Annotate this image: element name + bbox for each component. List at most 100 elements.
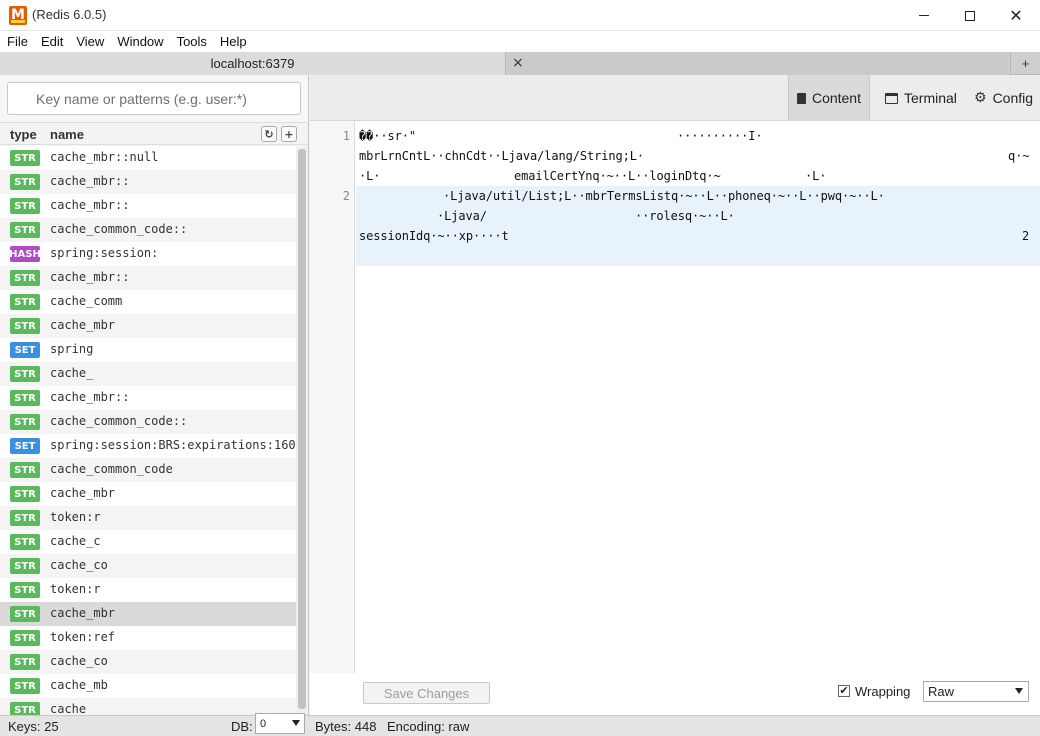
type-column-header[interactable]: type bbox=[10, 127, 37, 142]
bytes-count: Bytes: 448 bbox=[315, 719, 377, 734]
key-row[interactable]: STR cache_mb bbox=[0, 674, 296, 698]
chevron-down-icon bbox=[1015, 688, 1023, 694]
key-type-badge: HASH bbox=[9, 246, 41, 262]
key-row[interactable]: STR cache_mbr:: bbox=[0, 266, 296, 290]
key-row[interactable]: STR token:ref bbox=[0, 626, 296, 650]
db-value: 0 bbox=[260, 717, 267, 730]
key-type-badge: STR bbox=[10, 174, 40, 190]
code-text: q·~ bbox=[1008, 149, 1030, 163]
key-row[interactable]: STR cache_mbr bbox=[0, 602, 296, 626]
menu-edit[interactable]: Edit bbox=[34, 34, 69, 49]
key-name: cache_ bbox=[50, 366, 94, 380]
code-text: mbrLrnCntL··chnCdt··Ljava/lang/String;L· bbox=[359, 149, 644, 163]
menu-window[interactable]: Window bbox=[110, 34, 169, 49]
key-type-badge: SET bbox=[10, 438, 40, 454]
wrapping-label: Wrapping bbox=[855, 684, 911, 699]
key-row[interactable]: STR cache bbox=[0, 698, 296, 715]
close-icon: ✕ bbox=[1009, 5, 1023, 25]
code-text: ·Ljava/util/List;L··mbrTermsListq·~··L··… bbox=[443, 189, 885, 203]
key-row[interactable]: STR cache_mbr::null bbox=[0, 146, 296, 170]
key-list-header: type name ↻ + bbox=[0, 122, 308, 145]
key-row[interactable]: STR cache_mbr:: bbox=[0, 170, 296, 194]
key-search-input[interactable]: Key name or patterns (e.g. user:*) bbox=[7, 82, 301, 115]
key-name: spring:session:BRS:expirations:1605 bbox=[50, 438, 296, 452]
key-row[interactable]: STR cache_comm bbox=[0, 290, 296, 314]
chevron-down-icon bbox=[292, 720, 300, 726]
book-icon bbox=[797, 92, 806, 104]
key-type-badge: STR bbox=[10, 222, 40, 238]
tab-close-icon[interactable]: × bbox=[512, 55, 526, 71]
key-name: cache_co bbox=[50, 654, 108, 668]
key-type-badge: STR bbox=[10, 558, 40, 574]
key-type-badge: STR bbox=[10, 462, 40, 478]
key-row[interactable]: HASH spring:session: bbox=[0, 242, 296, 266]
key-name: cache_mbr bbox=[50, 486, 116, 500]
key-type-badge: STR bbox=[10, 654, 40, 670]
add-tab-button[interactable]: + bbox=[1010, 52, 1040, 75]
line-number: 1 bbox=[342, 129, 350, 143]
key-row[interactable]: STR token:r bbox=[0, 506, 296, 530]
encoding-label: Encoding: raw bbox=[387, 719, 470, 734]
menu-file[interactable]: File bbox=[0, 34, 34, 49]
refresh-icon[interactable]: ↻ bbox=[261, 126, 277, 142]
key-name: cache_mbr:: bbox=[50, 390, 130, 404]
title-bar: (Redis 6.0.5) ✕ bbox=[0, 0, 1040, 31]
db-select[interactable]: 0 bbox=[255, 713, 305, 734]
key-name: spring bbox=[50, 342, 94, 356]
key-name: spring:session: bbox=[50, 246, 159, 260]
key-name: token:r bbox=[50, 582, 101, 596]
key-row[interactable]: SET spring:session:BRS:expirations:1605 bbox=[0, 434, 296, 458]
key-row[interactable]: STR cache_co bbox=[0, 650, 296, 674]
key-row[interactable]: STR cache_mbr:: bbox=[0, 194, 296, 218]
db-label: DB: bbox=[231, 719, 253, 734]
key-name: token:r bbox=[50, 510, 101, 524]
key-type-badge: STR bbox=[10, 702, 40, 715]
save-changes-button[interactable]: Save Changes bbox=[363, 682, 490, 704]
key-row[interactable]: STR cache_common_code:: bbox=[0, 218, 296, 242]
key-type-badge: STR bbox=[10, 198, 40, 214]
key-row[interactable]: STR cache_mbr bbox=[0, 482, 296, 506]
scrollbar-thumb[interactable] bbox=[298, 149, 306, 709]
key-list: STR cache_mbr::null STR cache_mbr:: STR cache… bbox=[0, 146, 296, 715]
key-row[interactable]: STR token:r bbox=[0, 578, 296, 602]
key-row[interactable]: STR cache_mbr bbox=[0, 314, 296, 338]
key-row[interactable]: SET spring bbox=[0, 338, 296, 362]
code-text: emailCertYnq·~··L··loginDtq·~ bbox=[514, 169, 721, 183]
key-row[interactable]: STR cache_common_code:: bbox=[0, 410, 296, 434]
add-key-button[interactable]: + bbox=[281, 126, 297, 142]
keys-count: Keys: 25 bbox=[8, 719, 59, 734]
maximize-button[interactable] bbox=[947, 0, 993, 31]
minimize-button[interactable] bbox=[901, 0, 947, 31]
key-row[interactable]: STR cache_co bbox=[0, 554, 296, 578]
menu-help[interactable]: Help bbox=[213, 34, 253, 49]
key-type-badge: STR bbox=[10, 150, 40, 166]
code-text: sessionIdq·~··xp····t bbox=[359, 229, 509, 243]
terminal-tab[interactable]: Terminal bbox=[877, 75, 965, 121]
code-text: ··········I· bbox=[677, 129, 763, 143]
key-row[interactable]: STR cache_mbr:: bbox=[0, 386, 296, 410]
value-toolbar: Content Terminal ⚙ Config bbox=[310, 75, 1040, 121]
name-column-header[interactable]: name bbox=[50, 127, 84, 142]
maximize-icon bbox=[965, 10, 975, 21]
wrapping-checkbox[interactable]: ✔ bbox=[838, 685, 850, 697]
format-select[interactable]: Raw bbox=[923, 681, 1029, 702]
menu-tools[interactable]: Tools bbox=[170, 34, 213, 49]
key-name: cache_c bbox=[50, 534, 101, 548]
menu-view[interactable]: View bbox=[69, 34, 110, 49]
key-row[interactable]: STR cache_c bbox=[0, 530, 296, 554]
content-tab[interactable]: Content bbox=[788, 75, 870, 121]
tab-localhost[interactable]: localhost:6379 bbox=[0, 52, 506, 75]
tab-bar: localhost:6379 × + bbox=[0, 52, 1040, 75]
config-tab[interactable]: ⚙ Config bbox=[966, 75, 1040, 121]
close-window-button[interactable]: ✕ bbox=[993, 0, 1039, 31]
key-type-badge: STR bbox=[10, 294, 40, 310]
key-row[interactable]: STR cache_common_code bbox=[0, 458, 296, 482]
key-type-badge: STR bbox=[10, 510, 40, 526]
key-type-badge: STR bbox=[10, 366, 40, 382]
key-row[interactable]: STR cache_ bbox=[0, 362, 296, 386]
tab-second-connection[interactable] bbox=[507, 52, 1009, 75]
key-name: cache_mbr::null bbox=[50, 150, 159, 164]
value-panel: Content Terminal ⚙ Config 1 2 ��··sr·" ·… bbox=[310, 75, 1040, 715]
value-editor[interactable]: 1 2 ��··sr·" ··········I· mbrLrnCntL··ch… bbox=[310, 121, 1040, 673]
key-name: cache_common_code:: bbox=[50, 222, 188, 236]
